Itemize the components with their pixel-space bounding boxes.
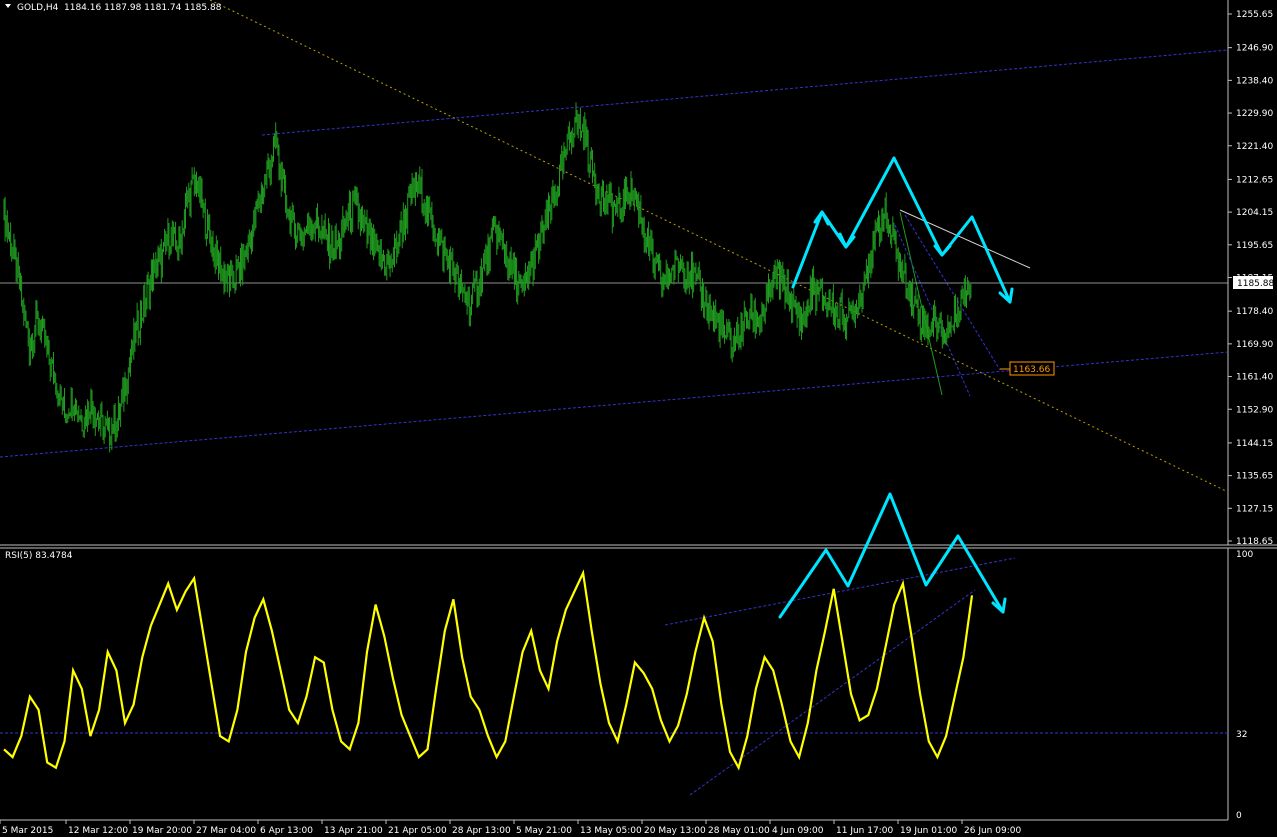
price-tick-label: 1238.40 (1236, 76, 1273, 86)
level-label: 1163.66 (1013, 365, 1050, 375)
time-tick-label: 6 Apr 13:00 (260, 826, 313, 836)
price-tick-label: 1127.15 (1236, 504, 1273, 514)
price-tick-label: 1229.90 (1236, 109, 1273, 119)
price-tick-label: 1135.65 (1236, 472, 1273, 482)
price-tick-label: 1152.90 (1236, 405, 1273, 415)
time-tick-label: 13 Apr 21:00 (324, 826, 383, 836)
current-price-label: 1185.88 (1237, 279, 1274, 289)
time-tick-label: 20 May 13:00 (644, 826, 706, 836)
price-tick-label: 1118.65 (1236, 537, 1273, 547)
time-tick-label: 5 Mar 2015 (2, 826, 53, 836)
chart-canvas: 1255.65 1246.90 1238.40 1229.90 1221.40 1212.… (0, 0, 1277, 837)
time-tick-label: 11 Jun 17:00 (836, 826, 893, 836)
time-tick-label: 26 Jun 09:00 (964, 826, 1021, 836)
price-tick-label: 1161.40 (1236, 373, 1273, 383)
time-tick-label: 4 Jun 09:00 (772, 826, 824, 836)
price-tick-label: 1178.40 (1236, 307, 1273, 317)
price-tick-label: 1221.40 (1236, 142, 1273, 152)
time-tick-label: 19 Mar 20:00 (132, 826, 192, 836)
time-tick-label: 27 Mar 04:00 (196, 826, 256, 836)
price-tick-label: 1195.65 (1236, 241, 1273, 251)
symbol-label: GOLD,H4 (17, 3, 59, 13)
time-tick-label: 28 May 01:00 (708, 826, 770, 836)
ohlc-values: 1184.16 1187.98 1181.74 1185.88 (64, 3, 222, 13)
price-tick-label: 1212.65 (1236, 175, 1273, 185)
rsi-tick-0: 0 (1236, 811, 1242, 821)
rsi-tick-32: 32 (1236, 730, 1247, 740)
price-tick-label: 1246.90 (1236, 44, 1273, 54)
price-tick-label: 1144.15 (1236, 439, 1273, 449)
time-tick-label: 5 May 21:00 (516, 826, 572, 836)
rsi-header: RSI(5) 83.4784 (5, 551, 73, 561)
price-tick-label: 1255.65 (1236, 10, 1273, 20)
current-price-marker: 1185.88 (1233, 276, 1274, 289)
chart-header: GOLD,H4 1184.16 1187.98 1181.74 1185.88 (5, 3, 222, 13)
time-tick-label: 21 Apr 05:00 (388, 826, 447, 836)
time-tick-label: 28 Apr 13:00 (452, 826, 511, 836)
time-tick-label: 13 May 05:00 (580, 826, 642, 836)
price-tick-label: 1204.15 (1236, 208, 1273, 218)
time-tick-label: 12 Mar 12:00 (68, 826, 128, 836)
rsi-tick-100: 100 (1236, 550, 1253, 560)
time-tick-label: 19 Jun 01:00 (900, 826, 957, 836)
price-tick-label: 1169.90 (1236, 340, 1273, 350)
